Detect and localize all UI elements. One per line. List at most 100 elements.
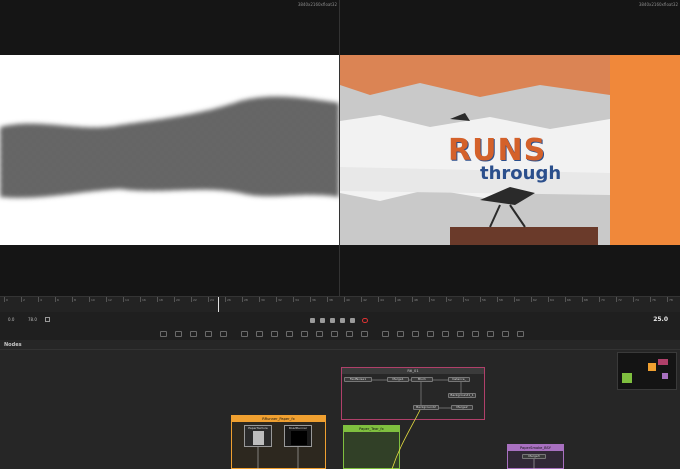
audio-icon[interactable] [45, 317, 50, 322]
navigator-block-purple [662, 373, 668, 379]
ruler-tick-label: 56 [482, 298, 486, 302]
playhead[interactable] [218, 297, 219, 313]
tool-icon[interactable] [271, 331, 278, 337]
ruler-tick [38, 297, 39, 302]
current-frame-display[interactable]: 25.0 [653, 316, 668, 323]
ruler-tick [412, 297, 413, 302]
tool-icon[interactable] [241, 331, 248, 337]
tool-icon[interactable] [190, 331, 197, 337]
tool-icon[interactable] [487, 331, 494, 337]
ruler-tick [361, 297, 362, 302]
ruler-tick [225, 297, 226, 302]
ruler-tick-label: 76 [652, 298, 656, 302]
ruler-tick-label: 40 [346, 298, 350, 302]
ruler-tick-label: 2 [23, 298, 25, 302]
tool-icon[interactable] [472, 331, 479, 337]
ruler-tick-label: 72 [618, 298, 622, 302]
tool-icon[interactable] [205, 331, 212, 337]
ruler-tick-label: 68 [584, 298, 588, 302]
tool-icon[interactable] [175, 331, 182, 337]
ruler-tick [4, 297, 5, 302]
tool-icon[interactable] [427, 331, 434, 337]
ruler-tick [344, 297, 345, 302]
ruler-tick-label: 60 [516, 298, 520, 302]
timeline-ruler[interactable]: 0 2 4 6 8 10 12 14 16 18 20 22 24 26 28 30 32 34 36 38 40 42 4… [0, 296, 680, 313]
ruler-tick [565, 297, 566, 302]
ruler-tick [208, 297, 209, 302]
navigator-block-pink [658, 359, 668, 365]
tool-icon[interactable] [301, 331, 308, 337]
start-frame-field[interactable]: 0.0 [8, 317, 14, 322]
tool-icon[interactable] [502, 331, 509, 337]
ruler-tick [480, 297, 481, 302]
ruler-tick [463, 297, 464, 302]
tool-icon[interactable] [286, 331, 293, 337]
ruler-tick-label: 70 [601, 298, 605, 302]
ruler-tick [497, 297, 498, 302]
composite-frame: RUNS through [340, 55, 680, 245]
ruler-tick [310, 297, 311, 302]
ruler-tick-label: 16 [142, 298, 146, 302]
ruler-tick [242, 297, 243, 302]
loop-icon[interactable] [362, 318, 368, 323]
alpha-matte-frame [0, 55, 339, 245]
ruler-tick [55, 297, 56, 302]
toolbar [160, 328, 524, 340]
ruler-tick-label: 48 [414, 298, 418, 302]
tool-icon[interactable] [160, 331, 167, 337]
end-frame-field[interactable]: 78.0 [28, 317, 37, 322]
ruler-tick [89, 297, 90, 302]
ruler-tick [123, 297, 124, 302]
viewer-divider[interactable] [339, 0, 340, 296]
ruler-tick [327, 297, 328, 302]
tool-icon[interactable] [442, 331, 449, 337]
ruler-tick-label: 34 [295, 298, 299, 302]
tool-icon[interactable] [331, 331, 338, 337]
navigator-block-orange [648, 363, 656, 371]
step-back-icon[interactable] [320, 318, 325, 323]
ruler-tick-label: 0 [6, 298, 8, 302]
viewer-left[interactable]: 3840x2160xfloat32 [0, 0, 339, 296]
tool-icon[interactable] [457, 331, 464, 337]
ruler-tick-label: 14 [125, 298, 129, 302]
ruler-tick [531, 297, 532, 302]
play-icon[interactable] [340, 318, 345, 323]
go-to-end-icon[interactable] [350, 318, 355, 323]
ruler-tick [429, 297, 430, 302]
tool-icon[interactable] [412, 331, 419, 337]
ruler-tick [174, 297, 175, 302]
ruler-tick-label: 30 [261, 298, 265, 302]
tool-icon[interactable] [361, 331, 368, 337]
ruler-tick [633, 297, 634, 302]
tool-icon[interactable] [382, 331, 389, 337]
viewer-right[interactable]: 3840x2160xfloat32 RUNS through [340, 0, 680, 296]
tool-icon[interactable] [220, 331, 227, 337]
nodes-panel[interactable]: Nodes Rtl_01 FastNoise1 Merge1 Blur1 Ins… [0, 340, 680, 469]
ruler-tick-label: 74 [635, 298, 639, 302]
tool-icon[interactable] [256, 331, 263, 337]
tool-icon[interactable] [517, 331, 524, 337]
viewer-left-resolution: 3840x2160xfloat32 [297, 2, 337, 7]
poster-word-sub: through [480, 163, 562, 184]
ruler-tick-label: 44 [380, 298, 384, 302]
ruler-tick-label: 62 [533, 298, 537, 302]
ruler-tick-label: 24 [210, 298, 214, 302]
ruler-tick [548, 297, 549, 302]
ruler-tick-label: 22 [193, 298, 197, 302]
node-navigator[interactable] [617, 352, 677, 390]
ruler-tick [582, 297, 583, 302]
tool-icon[interactable] [397, 331, 404, 337]
ruler-tick-label: 36 [312, 298, 316, 302]
go-to-start-icon[interactable] [310, 318, 315, 323]
ruler-tick-label: 42 [363, 298, 367, 302]
ruler-tick [191, 297, 192, 302]
ruler-tick-label: 38 [329, 298, 333, 302]
ruler-tick-label: 28 [244, 298, 248, 302]
ruler-tick [395, 297, 396, 302]
stop-icon[interactable] [330, 318, 335, 323]
tool-icon[interactable] [316, 331, 323, 337]
viewer-right-resolution: 3840x2160xfloat32 [638, 2, 678, 7]
ruler-tick-label: 26 [227, 298, 231, 302]
tool-icon[interactable] [346, 331, 353, 337]
ruler-tick [378, 297, 379, 302]
